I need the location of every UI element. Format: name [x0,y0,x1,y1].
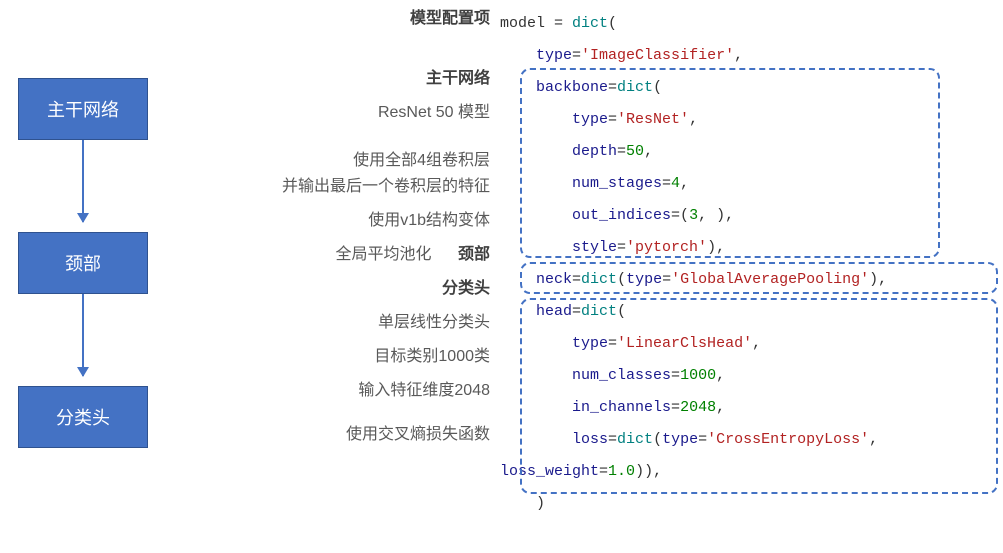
flow-box-head: 分类头 [18,386,148,448]
flow-label: 主干网络 [47,96,119,122]
ann-model-cfg: 模型配置项 [155,8,490,30]
ann-resnet50: ResNet 50 模型 [155,102,490,124]
ann-outindices: 并输出最后一个卷积层的特征 [155,176,490,198]
ann-loss: 使用交叉熵损失函数 [155,424,490,446]
flow-box-backbone: 主干网络 [18,78,148,140]
ann-style: 使用v1b结构变体 [155,210,490,232]
ann-neck-title: 颈部 [458,244,490,266]
ann-linearhead: 单层线性分类头 [155,312,490,334]
code-block: model = dict( type='ImageClassifier', ba… [500,8,990,520]
flow-label: 分类头 [56,404,110,430]
ann-inchannels: 输入特征维度2048 [155,380,490,402]
ann-backbone-title: 主干网络 [155,68,490,90]
flow-label: 颈部 [65,250,101,276]
ann-gap-row: 全局平均池化 颈部 [155,244,490,266]
ann-head-title: 分类头 [155,278,490,300]
ann-numclasses: 目标类别1000类 [155,346,490,368]
ann-gap: 全局平均池化 [336,244,432,266]
arrow-2 [82,294,84,376]
ann-stages: 使用全部4组卷积层 [155,150,490,172]
arrow-1 [82,140,84,222]
flow-box-neck: 颈部 [18,232,148,294]
